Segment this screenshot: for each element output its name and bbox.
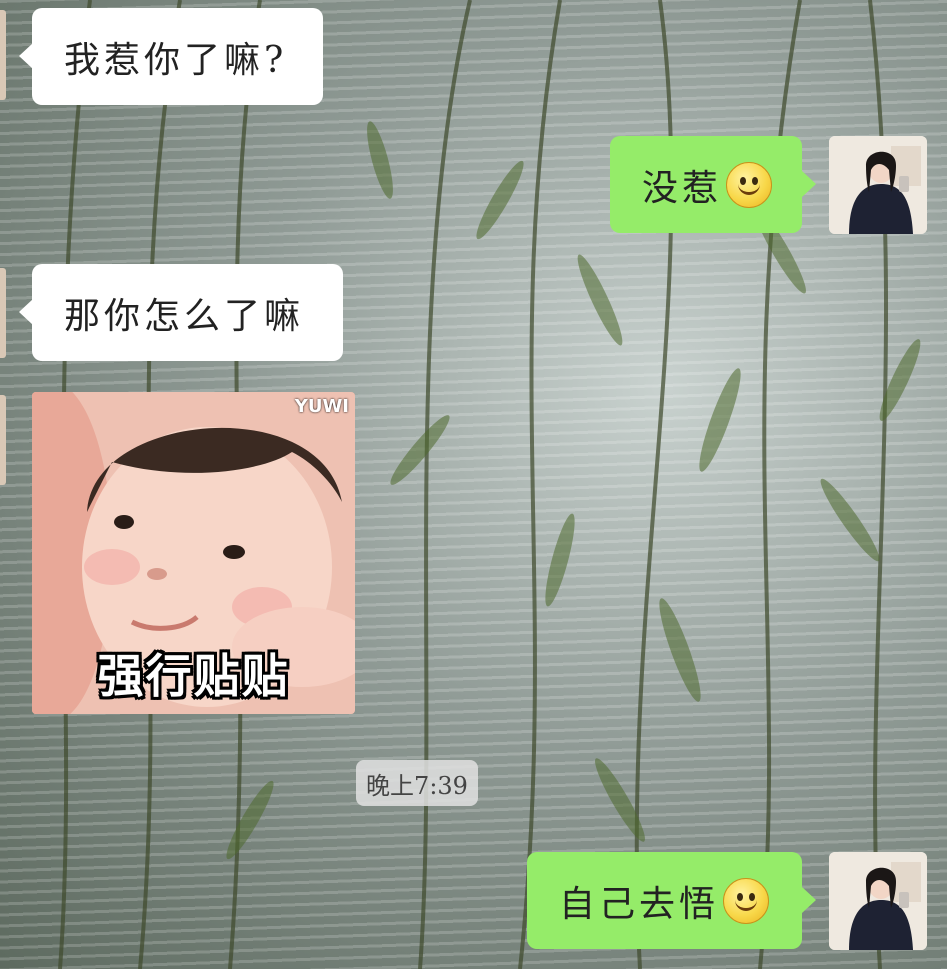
smile-emoji-icon: [726, 161, 773, 208]
message-timestamp: 晚上7:39: [356, 760, 478, 806]
partner-avatar-edge[interactable]: [0, 268, 6, 358]
partner-avatar-edge[interactable]: [0, 395, 6, 485]
message-text: 我惹你了嘛?: [64, 39, 288, 81]
bubble-tail: [802, 887, 816, 913]
outgoing-message-bubble[interactable]: 自己去悟: [527, 852, 802, 949]
bubble-tail: [19, 43, 33, 69]
smile-emoji-icon: [723, 877, 770, 924]
incoming-message-bubble[interactable]: 那你怎么了嘛: [32, 264, 343, 361]
outgoing-message-bubble[interactable]: 没惹: [610, 136, 802, 233]
user-avatar[interactable]: [829, 136, 927, 234]
sticker-watermark: YUWI: [294, 396, 349, 417]
sticker-caption: 强行贴贴: [97, 649, 290, 703]
bubble-tail: [19, 299, 33, 325]
incoming-message-bubble[interactable]: 我惹你了嘛?: [32, 8, 323, 105]
message-text: 那你怎么了嘛: [64, 295, 305, 337]
message-text: 自己去悟: [559, 883, 720, 925]
bubble-tail: [802, 171, 816, 197]
partner-avatar-edge[interactable]: [0, 10, 6, 100]
sticker-image[interactable]: YUWI 强行贴贴: [32, 392, 355, 714]
user-avatar[interactable]: [829, 852, 927, 950]
message-text: 没惹: [642, 167, 723, 209]
